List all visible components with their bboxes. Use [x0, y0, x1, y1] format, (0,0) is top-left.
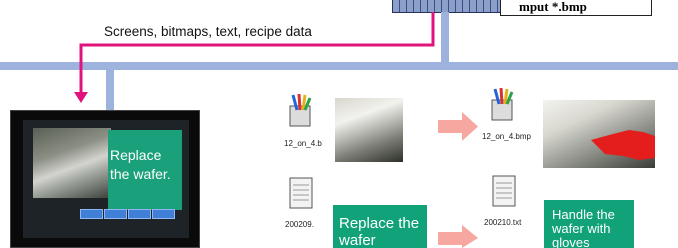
bitmap-file-name-new: 12_on_4.bmp: [482, 132, 531, 141]
text-content-new: Handle the wafer with gloves: [544, 200, 634, 248]
bitmap-file-icon: [491, 87, 514, 121]
text-file-name-old: 200209.: [285, 220, 314, 229]
transfer-label: Screens, bitmaps, text, recipe data: [104, 24, 312, 39]
update-arrow-text: [438, 225, 478, 248]
text-file-icon: [289, 177, 313, 209]
hmi-button-4[interactable]: [152, 209, 175, 219]
wafer-photo-new: [543, 100, 655, 168]
text-file-icon: [492, 175, 516, 207]
hmi-wafer-photo: [33, 128, 111, 198]
wafer-photo-old: [335, 98, 403, 162]
update-arrow-bitmap: [438, 112, 478, 141]
bitmap-file-icon: [289, 93, 312, 127]
hmi-button-1[interactable]: [80, 209, 103, 219]
text-content-old: Replace the wafer: [333, 205, 427, 248]
text-file-name-new: 200210.txt: [484, 218, 522, 227]
bitmap-file-name-old: 12_on_4.b: [284, 139, 322, 148]
hmi-button-2[interactable]: [104, 209, 127, 219]
hmi-message: Replace the wafer.: [110, 147, 171, 182]
hmi-button-3[interactable]: [128, 209, 151, 219]
